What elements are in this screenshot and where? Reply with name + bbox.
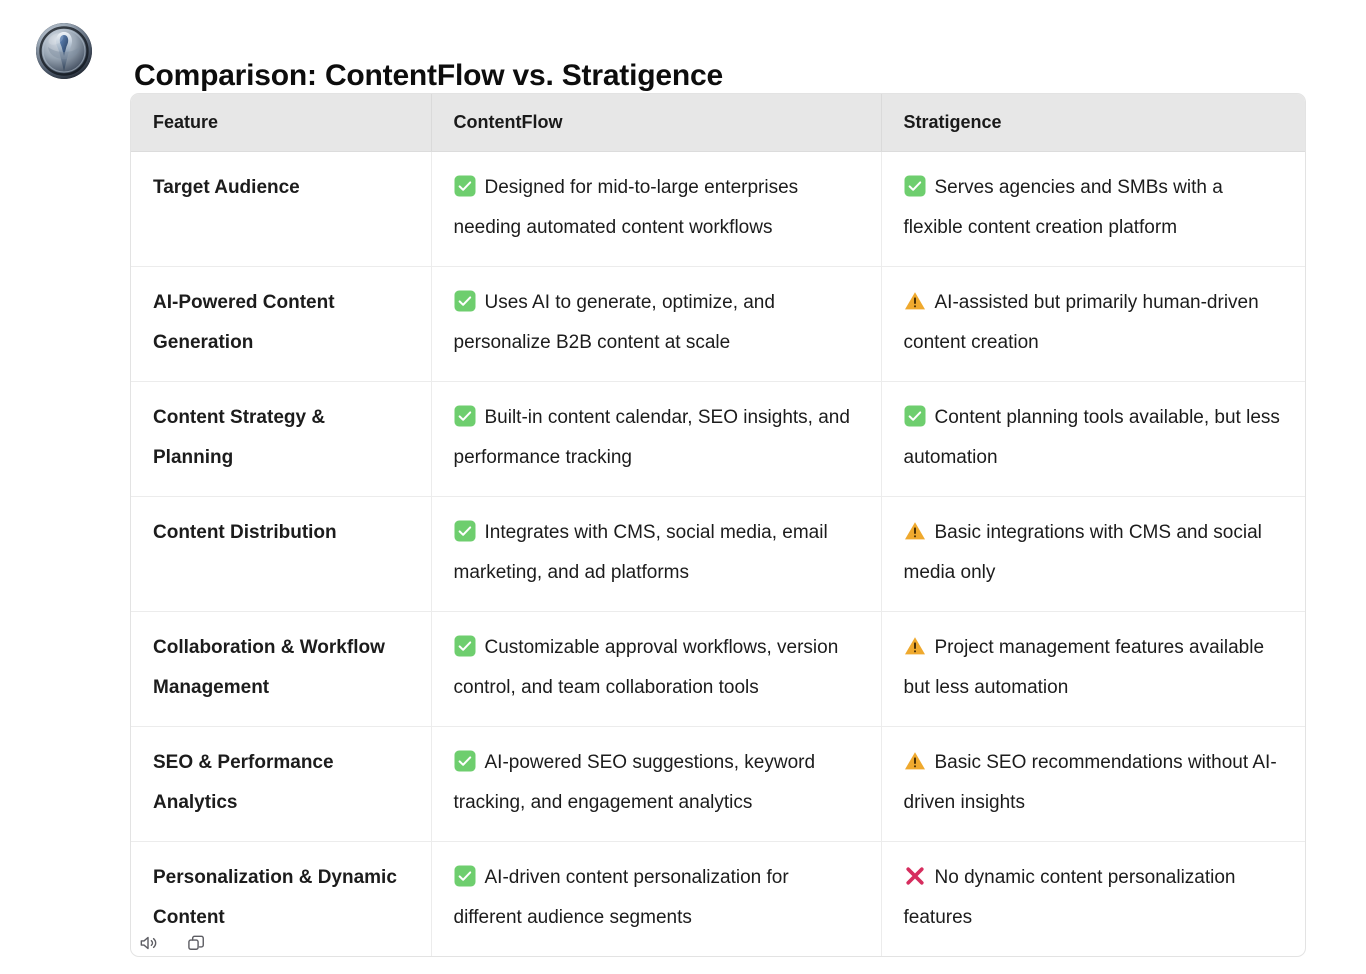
check-mark-icon [454, 175, 476, 197]
contentflow-cell: Designed for mid-to-large enterprises ne… [431, 151, 882, 267]
message-action-bar [133, 928, 211, 958]
stratigence-cell: Basic SEO recommendations without AI-dri… [881, 726, 1305, 842]
copy-button[interactable] [181, 928, 211, 958]
comparison-table-container: Feature ContentFlow Stratigence Target A… [130, 93, 1306, 957]
table-header: Feature ContentFlow Stratigence [131, 94, 1305, 152]
stratigence-cell: Project management features available bu… [881, 611, 1305, 727]
stratigence-cell-text: No dynamic content personalization featu… [903, 867, 1236, 928]
contentflow-cell: Built-in content calendar, SEO insights,… [431, 381, 882, 497]
column-header-feature: Feature [131, 94, 432, 152]
cross-mark-icon [904, 865, 926, 887]
contentflow-cell-text: Integrates with CMS, social media, email… [453, 522, 828, 583]
contentflow-cell-text: AI-driven content personalization for di… [453, 867, 789, 928]
check-mark-icon [904, 175, 926, 197]
contentflow-cell-text: Designed for mid-to-large enterprises ne… [453, 177, 799, 238]
check-mark-icon [454, 405, 476, 427]
copy-icon [186, 933, 206, 953]
speaker-read-aloud-icon [138, 933, 158, 953]
stratigence-cell: Basic integrations with CMS and social m… [881, 496, 1305, 612]
stratigence-cell: No dynamic content personalization featu… [881, 841, 1305, 956]
table-body: Target Audience Designed for mid-to-large… [131, 151, 1305, 956]
comparison-table: Feature ContentFlow Stratigence Target A… [131, 94, 1305, 956]
check-mark-icon [454, 865, 476, 887]
warning-triangle-icon [904, 635, 926, 657]
table-row: AI-Powered Content Generation Uses AI to … [131, 266, 1305, 382]
contentflow-cell: Uses AI to generate, optimize, and perso… [431, 266, 882, 382]
stratigence-cell: Serves agencies and SMBs with a flexible… [881, 152, 1305, 267]
feature-cell: AI-Powered Content Generation [131, 266, 432, 382]
contentflow-cell-text: Built-in content calendar, SEO insights,… [453, 407, 850, 468]
check-mark-icon [904, 405, 926, 427]
warning-triangle-icon [904, 750, 926, 772]
read-aloud-button[interactable] [133, 928, 163, 958]
warning-triangle-icon [904, 520, 926, 542]
check-mark-icon [454, 520, 476, 542]
table-row: Collaboration & Workflow Management Custo… [131, 611, 1305, 727]
stratigence-cell-text: Basic SEO recommendations without AI-dri… [903, 752, 1277, 813]
table-row: Content Strategy & Planning Built-in cont… [131, 381, 1305, 497]
assistant-avatar [36, 23, 92, 79]
check-mark-icon [454, 290, 476, 312]
stratigence-cell: AI-assisted but primarily human-driven c… [881, 266, 1305, 382]
feature-cell: Content Strategy & Planning [131, 381, 432, 497]
feature-cell: Collaboration & Workflow Management [131, 611, 432, 727]
contentflow-cell: AI-powered SEO suggestions, keyword trac… [431, 726, 882, 842]
column-header-contentflow: ContentFlow [431, 94, 882, 152]
stratigence-cell-text: Basic integrations with CMS and social m… [903, 522, 1262, 583]
contentflow-cell: Integrates with CMS, social media, email… [431, 496, 882, 612]
table-row: Personalization & Dynamic Content AI-driv… [131, 841, 1305, 956]
feature-cell: SEO & Performance Analytics [131, 726, 432, 842]
contentflow-cell-text: AI-powered SEO suggestions, keyword trac… [453, 752, 816, 813]
table-header-row: Feature ContentFlow Stratigence [131, 94, 1305, 152]
page-title: Comparison: ContentFlow vs. Stratigence [134, 59, 723, 93]
conversation-message: Comparison: ContentFlow vs. Stratigence … [0, 0, 1366, 974]
stratigence-cell-text: Content planning tools available, but le… [903, 407, 1280, 468]
check-mark-icon [454, 750, 476, 772]
table-row: Content Distribution Integrates with CMS,… [131, 496, 1305, 612]
contentflow-cell: Customizable approval workflows, version… [431, 611, 882, 727]
feature-cell: Content Distribution [131, 496, 432, 612]
stratigence-cell: Content planning tools available, but le… [881, 381, 1305, 497]
table-row: Target Audience Designed for mid-to-large… [131, 151, 1305, 267]
contentflow-cell-text: Customizable approval workflows, version… [453, 637, 839, 698]
stratigence-cell-text: Serves agencies and SMBs with a flexible… [903, 177, 1223, 238]
contentflow-cell: AI-driven content personalization for di… [431, 841, 882, 956]
check-mark-icon [454, 635, 476, 657]
table-row: SEO & Performance Analytics AI-powered SE… [131, 726, 1305, 842]
feature-cell: Target Audience [131, 151, 432, 267]
warning-triangle-icon [904, 290, 926, 312]
column-header-stratigence: Stratigence [881, 94, 1305, 152]
contentflow-cell-text: Uses AI to generate, optimize, and perso… [453, 292, 775, 353]
stratigence-cell-text: Project management features available bu… [903, 637, 1265, 698]
stratigence-cell-text: AI-assisted but primarily human-driven c… [903, 292, 1259, 353]
